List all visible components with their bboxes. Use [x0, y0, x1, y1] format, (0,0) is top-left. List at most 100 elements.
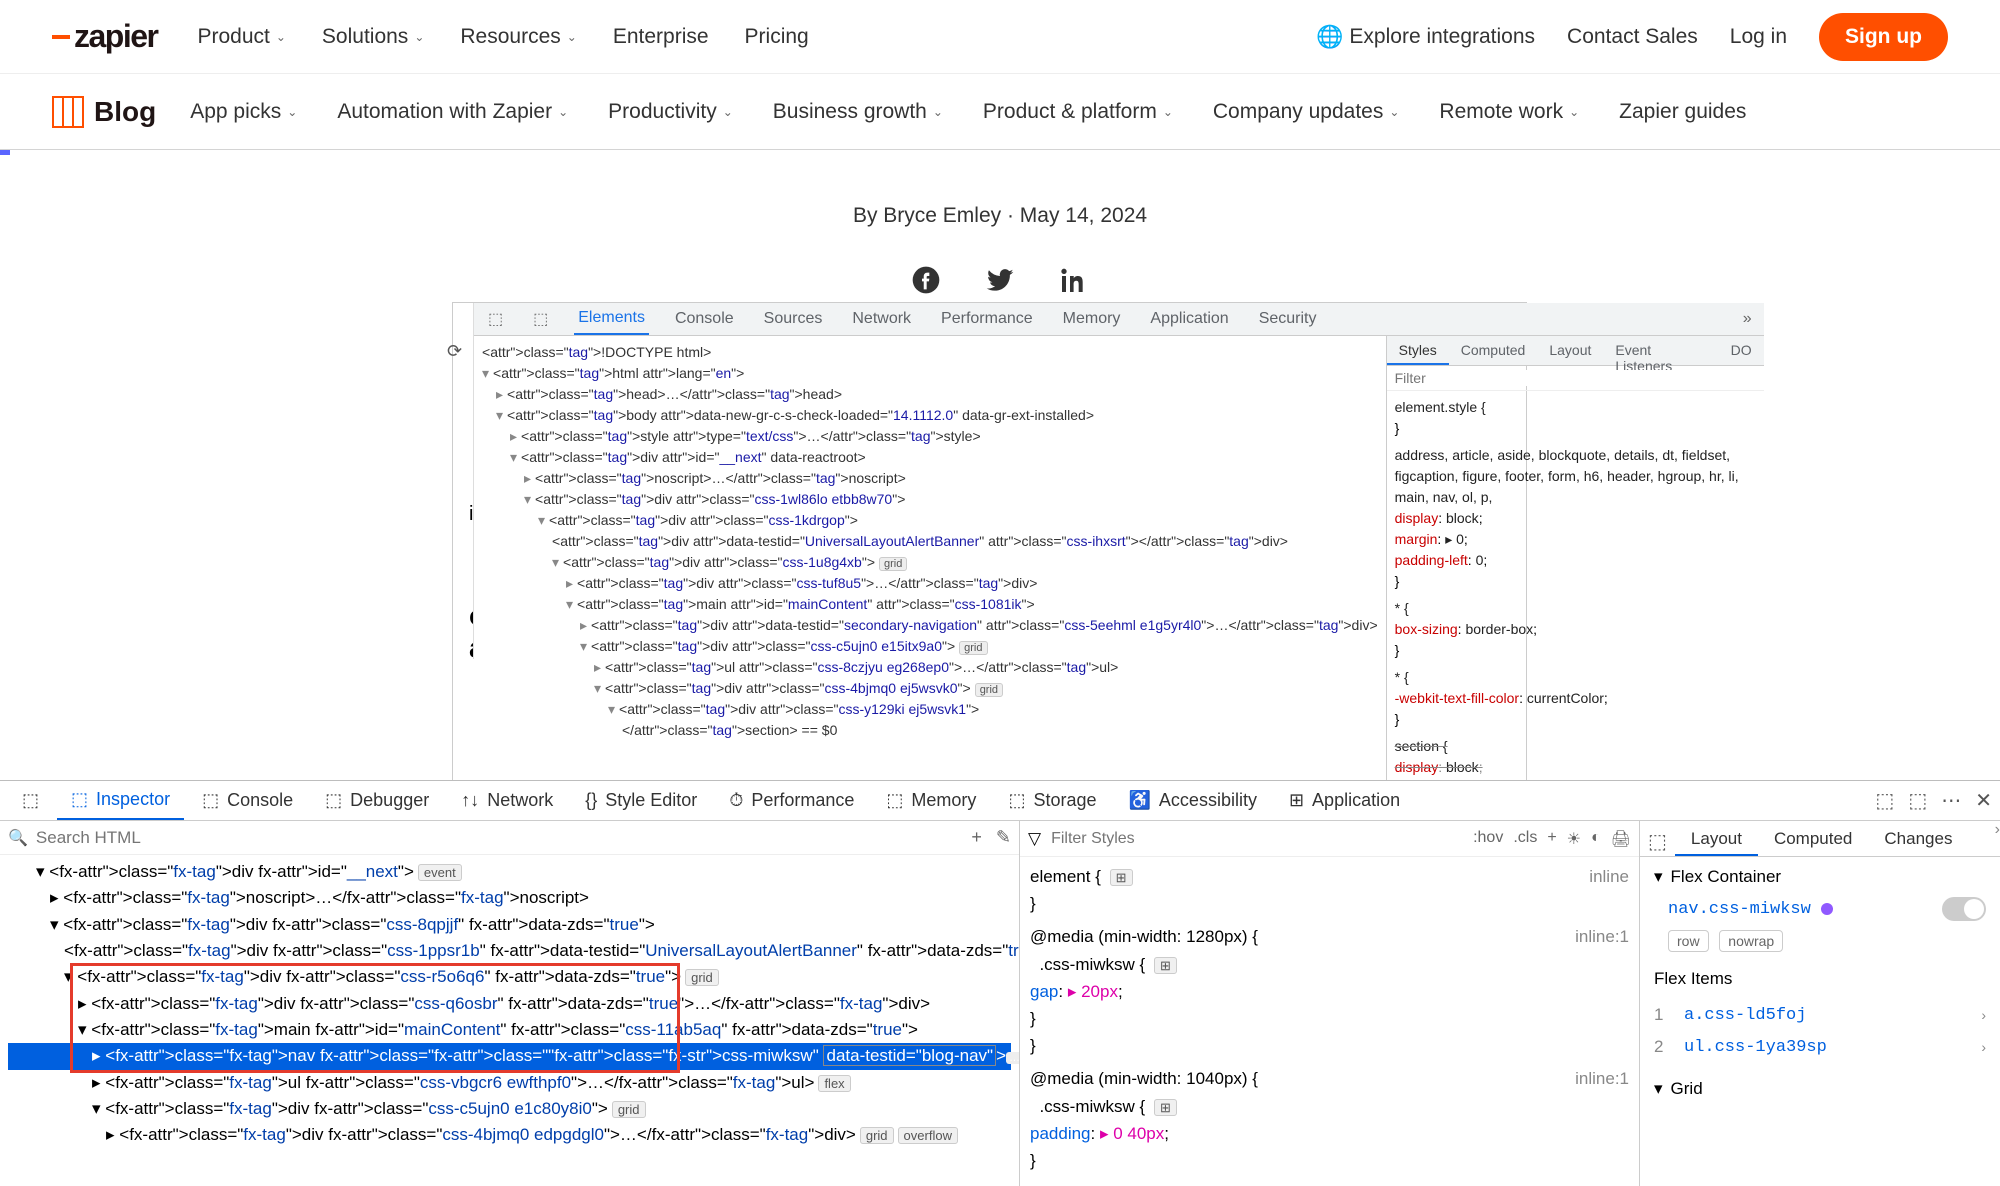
fx-tab-performance[interactable]: ⏱Performance: [715, 782, 868, 819]
blog-home[interactable]: Blog: [52, 96, 156, 128]
listeners-tab[interactable]: Event Listeners: [1603, 336, 1718, 365]
add-icon[interactable]: +: [971, 827, 982, 848]
nav-resources[interactable]: Resources⌄: [460, 25, 576, 49]
styles-rules[interactable]: element.style {}address, article, aside,…: [1387, 391, 1764, 838]
inspect-icon[interactable]: ⬚: [484, 309, 507, 329]
nav-enterprise[interactable]: Enterprise: [613, 25, 709, 49]
sec-productivity[interactable]: Productivity⌄: [608, 100, 733, 124]
fx-search-html[interactable]: [36, 828, 963, 848]
sec-product-platform[interactable]: Product & platform⌄: [983, 100, 1173, 124]
overlay-toggle[interactable]: [1942, 897, 1986, 921]
cls-toggle[interactable]: .cls: [1513, 829, 1537, 849]
device-icon[interactable]: ⬚: [529, 309, 552, 329]
dt-tab-elements[interactable]: Elements: [574, 303, 649, 335]
signup-button[interactable]: Sign up: [1819, 13, 1948, 61]
flex-badge: ⊞: [1154, 957, 1177, 974]
fx-tab-application[interactable]: ⊞Application: [1275, 782, 1414, 819]
explore-integrations[interactable]: 🌐Explore integrations: [1316, 24, 1535, 50]
funnel-icon: ▽: [1028, 829, 1041, 849]
dt-tab-network[interactable]: Network: [848, 304, 915, 334]
fx-ltab-layout[interactable]: Layout: [1675, 821, 1758, 856]
dt-tab-application[interactable]: Application: [1146, 304, 1232, 334]
contrast-icon[interactable]: ◐: [1591, 829, 1601, 849]
flex-container-title: Flex Container: [1671, 867, 1782, 887]
logo-underscore-icon: [52, 35, 70, 39]
dt-tab-memory[interactable]: Memory: [1059, 304, 1125, 334]
chrome-devtools-tabs: ⬚ ⬚ Elements Console Sources Network Per…: [474, 303, 1764, 336]
layout-tab[interactable]: Layout: [1537, 336, 1603, 365]
fx-ltab-changes[interactable]: Changes: [1868, 821, 1968, 856]
styles-tab[interactable]: Styles: [1387, 336, 1449, 365]
print-icon[interactable]: 🖨: [1611, 829, 1631, 849]
chevron-down-icon: ⌄: [933, 105, 943, 119]
dt-tab-performance[interactable]: Performance: [937, 304, 1037, 334]
fx-tab-inspector[interactable]: ⬚Inspector: [57, 781, 184, 820]
logo[interactable]: zapier: [52, 18, 157, 55]
chip-nowrap: nowrap: [1719, 930, 1783, 952]
iframe-picker-icon[interactable]: ⬚: [1875, 788, 1894, 813]
light-icon[interactable]: ☀: [1567, 829, 1581, 849]
fx-rules[interactable]: element { ⊞inline}@media (min-width: 128…: [1020, 857, 1639, 1186]
embedded-screenshot: ⟳ Sign up ier ⌄ ••• o artificial 3 ⬚ ⬚ E…: [452, 302, 1527, 782]
nav-pricing[interactable]: Pricing: [745, 25, 809, 49]
logo-text: zapier: [74, 18, 157, 55]
flex-item-2[interactable]: 2 ul.css-1ya39sp ›: [1654, 1031, 1986, 1063]
nav-product[interactable]: Product⌄: [197, 25, 285, 49]
fx-tab-storage[interactable]: ⬚Storage: [994, 782, 1110, 819]
blog-label: Blog: [94, 96, 156, 128]
fx-filter-styles[interactable]: [1051, 830, 1463, 848]
new-rule[interactable]: +: [1547, 829, 1556, 849]
chip-row: row: [1668, 930, 1709, 952]
fx-dom-tree[interactable]: ▾ <fx-attr">class="fx-tag">div fx-attr">…: [0, 855, 1019, 1153]
nav-solutions[interactable]: Solutions⌄: [322, 25, 424, 49]
fx-tab-memory[interactable]: ⬚Memory: [872, 782, 990, 819]
chevron-right-icon: ›: [1981, 1007, 1986, 1023]
sec-zapier-guides[interactable]: Zapier guides: [1619, 100, 1746, 124]
hov-toggle[interactable]: :hov: [1473, 829, 1503, 849]
login-link[interactable]: Log in: [1730, 25, 1787, 49]
firefox-devtools: ⬚ ⬚Inspector ⬚Console ⬚Debugger ↑↓Networ…: [0, 780, 2000, 1107]
dom-tab[interactable]: DO: [1719, 336, 1764, 365]
sec-business-growth[interactable]: Business growth⌄: [773, 100, 943, 124]
chevron-right-icon[interactable]: ›: [1995, 821, 2000, 856]
fx-tab-debugger[interactable]: ⬚Debugger: [311, 782, 443, 819]
flex-items-title: Flex Items: [1654, 969, 1732, 989]
flex-badge: ⊞: [1110, 869, 1133, 886]
fx-tab-style-editor[interactable]: {}Style Editor: [571, 782, 711, 819]
eyedropper-icon[interactable]: ✎: [996, 827, 1011, 848]
facebook-icon[interactable]: [910, 264, 942, 296]
fx-ltab-computed[interactable]: Computed: [1758, 821, 1868, 856]
sec-automation[interactable]: Automation with Zapier⌄: [337, 100, 568, 124]
twitter-icon[interactable]: [984, 264, 1016, 296]
fx-tab-console[interactable]: ⬚Console: [188, 782, 307, 819]
more-tabs-icon[interactable]: »: [1743, 310, 1764, 328]
color-dot-icon[interactable]: [1821, 903, 1833, 915]
sec-company-updates[interactable]: Company updates⌄: [1213, 100, 1400, 124]
flex-item-1[interactable]: 1 a.css-ld5foj ›: [1654, 999, 1986, 1031]
disclosure-icon[interactable]: ▾: [1654, 867, 1663, 887]
chrome-styles-pane: Styles Computed Layout Event Listeners D…: [1386, 336, 1764, 838]
dt-tab-console[interactable]: Console: [671, 304, 738, 334]
linkedin-icon[interactable]: [1058, 264, 1090, 296]
disclosure-icon[interactable]: ▾: [1654, 1079, 1663, 1099]
box-model-icon[interactable]: ⬚: [1640, 821, 1675, 856]
flex-selector[interactable]: nav.css-miwksw: [1668, 900, 1811, 919]
dt-tab-security[interactable]: Security: [1255, 304, 1321, 334]
sec-app-picks[interactable]: App picks⌄: [190, 100, 297, 124]
sec-remote-work[interactable]: Remote work⌄: [1439, 100, 1579, 124]
fx-pick-icon[interactable]: ⬚: [8, 782, 53, 819]
styles-filter[interactable]: [1395, 370, 1756, 386]
fx-tab-network[interactable]: ↑↓Network: [447, 782, 567, 819]
chevron-down-icon: ⌄: [276, 30, 286, 44]
chevron-down-icon: ⌄: [1163, 105, 1173, 119]
grid-title: Grid: [1671, 1079, 1703, 1099]
dt-tab-sources[interactable]: Sources: [760, 304, 827, 334]
fx-layout-pane: ⬚ Layout Computed Changes › ▾ Flex Contai…: [1640, 821, 2000, 1186]
computed-tab[interactable]: Computed: [1449, 336, 1538, 365]
responsive-icon[interactable]: ⬚: [1908, 788, 1927, 813]
chrome-dom-tree[interactable]: <attr">class="tag">!DOCTYPE html><attr">…: [474, 336, 1386, 838]
kebab-icon[interactable]: ⋯: [1941, 788, 1961, 813]
contact-sales[interactable]: Contact Sales: [1567, 25, 1698, 49]
fx-tab-accessibility[interactable]: ♿Accessibility: [1115, 782, 1271, 819]
close-icon[interactable]: ✕: [1975, 788, 1992, 813]
